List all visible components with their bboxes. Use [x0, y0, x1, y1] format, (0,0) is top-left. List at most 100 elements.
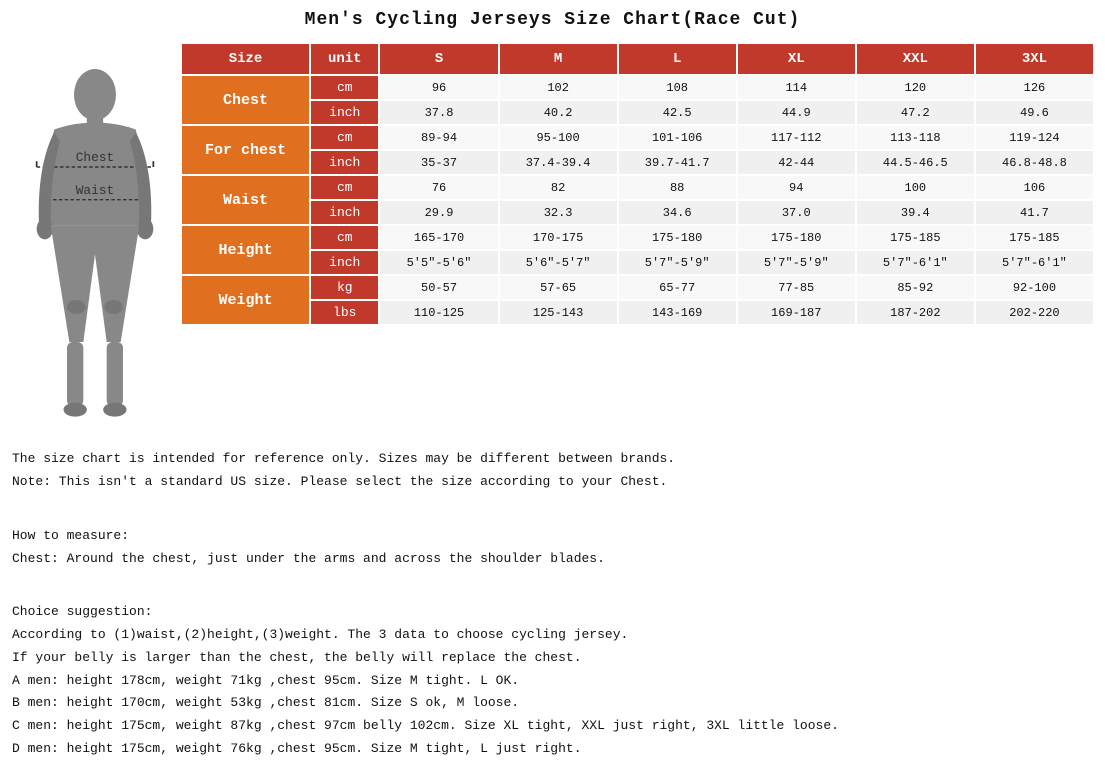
data-cell-xxl: 85-92 — [856, 275, 975, 300]
size-chart-table: Size unit S M L XL XXL 3XL Chestcm961021… — [180, 42, 1095, 326]
category-label: Height — [181, 225, 310, 275]
header-xl: XL — [737, 43, 856, 75]
header-3xl: 3XL — [975, 43, 1094, 75]
note-line2: Note: This isn't a standard US size. Ple… — [12, 472, 1095, 493]
note-blank2 — [12, 571, 1095, 592]
data-cell-3xl: 106 — [975, 175, 1094, 200]
data-cell-l: 175-180 — [618, 225, 737, 250]
data-cell-l: 5'7"-5'9" — [618, 250, 737, 275]
data-cell-3xl: 175-185 — [975, 225, 1094, 250]
data-cell-xxl: 175-185 — [856, 225, 975, 250]
category-label: Weight — [181, 275, 310, 325]
data-cell-xxl: 113-118 — [856, 125, 975, 150]
table-row: inch35-3737.4-39.439.7-41.742-4444.5-46.… — [181, 150, 1094, 175]
data-cell-xl: 169-187 — [737, 300, 856, 325]
category-label: Waist — [181, 175, 310, 225]
header-size: Size — [181, 43, 310, 75]
data-cell-s: 37.8 — [379, 100, 498, 125]
data-cell-xxl: 47.2 — [856, 100, 975, 125]
data-cell-3xl: 5'7"-6'1" — [975, 250, 1094, 275]
table-header-row: Size unit S M L XL XXL 3XL — [181, 43, 1094, 75]
data-cell-3xl: 126 — [975, 75, 1094, 100]
data-cell-l: 101-106 — [618, 125, 737, 150]
header-s: S — [379, 43, 498, 75]
category-label: Chest — [181, 75, 310, 125]
note-line6: According to (1)waist,(2)height,(3)weigh… — [12, 625, 1095, 646]
data-cell-xl: 94 — [737, 175, 856, 200]
data-cell-3xl: 49.6 — [975, 100, 1094, 125]
data-cell-xl: 175-180 — [737, 225, 856, 250]
data-cell-m: 95-100 — [499, 125, 618, 150]
data-cell-m: 5'6"-5'7" — [499, 250, 618, 275]
note-line1: The size chart is intended for reference… — [12, 449, 1095, 470]
data-cell-3xl: 202-220 — [975, 300, 1094, 325]
data-cell-xl: 42-44 — [737, 150, 856, 175]
table-row: For chestcm89-9495-100101-106117-112113-… — [181, 125, 1094, 150]
unit-cell: cm — [310, 225, 379, 250]
note-line4: Chest: Around the chest, just under the … — [12, 549, 1095, 570]
unit-cell: inch — [310, 150, 379, 175]
data-cell-l: 65-77 — [618, 275, 737, 300]
svg-text:Chest: Chest — [76, 150, 115, 165]
header-l: L — [618, 43, 737, 75]
data-cell-l: 34.6 — [618, 200, 737, 225]
data-cell-xl: 44.9 — [737, 100, 856, 125]
note-line8: A men: height 178cm, weight 71kg ,chest … — [12, 671, 1095, 692]
unit-cell: inch — [310, 100, 379, 125]
unit-cell: inch — [310, 200, 379, 225]
table-row: lbs110-125125-143143-169169-187187-20220… — [181, 300, 1094, 325]
table-row: inch29.932.334.637.039.441.7 — [181, 200, 1094, 225]
data-cell-xxl: 5'7"-6'1" — [856, 250, 975, 275]
figure-area: Chest Waist — [10, 42, 180, 435]
data-cell-s: 35-37 — [379, 150, 498, 175]
data-cell-xxl: 100 — [856, 175, 975, 200]
data-cell-3xl: 92-100 — [975, 275, 1094, 300]
data-cell-m: 102 — [499, 75, 618, 100]
data-cell-s: 50-57 — [379, 275, 498, 300]
unit-cell: cm — [310, 175, 379, 200]
unit-cell: lbs — [310, 300, 379, 325]
data-cell-m: 125-143 — [499, 300, 618, 325]
note-line5: Choice suggestion: — [12, 602, 1095, 623]
data-cell-s: 29.9 — [379, 200, 498, 225]
category-label: For chest — [181, 125, 310, 175]
unit-cell: cm — [310, 125, 379, 150]
data-cell-xl: 117-112 — [737, 125, 856, 150]
data-cell-xl: 114 — [737, 75, 856, 100]
data-cell-3xl: 46.8-48.8 — [975, 150, 1094, 175]
data-cell-s: 89-94 — [379, 125, 498, 150]
body-figure: Chest Waist — [25, 62, 165, 435]
note-line11: D men: height 175cm, weight 76kg ,chest … — [12, 739, 1095, 760]
note-line7: If your belly is larger than the chest, … — [12, 648, 1095, 669]
data-cell-m: 40.2 — [499, 100, 618, 125]
note-line3: How to measure: — [12, 526, 1095, 547]
table-row: Waistcm76828894100106 — [181, 175, 1094, 200]
table-row: inch37.840.242.544.947.249.6 — [181, 100, 1094, 125]
data-cell-3xl: 119-124 — [975, 125, 1094, 150]
unit-cell: inch — [310, 250, 379, 275]
header-xxl: XXL — [856, 43, 975, 75]
data-cell-m: 37.4-39.4 — [499, 150, 618, 175]
table-row: Heightcm165-170170-175175-180175-180175-… — [181, 225, 1094, 250]
data-cell-xl: 5'7"-5'9" — [737, 250, 856, 275]
header-m: M — [499, 43, 618, 75]
svg-text:Waist: Waist — [76, 183, 115, 198]
data-cell-m: 32.3 — [499, 200, 618, 225]
note-line10: C men: height 175cm, weight 87kg ,chest … — [12, 716, 1095, 737]
table-row: Weightkg50-5757-6565-7777-8585-9292-100 — [181, 275, 1094, 300]
unit-cell: cm — [310, 75, 379, 100]
header-unit: unit — [310, 43, 379, 75]
table-row: inch5'5"-5'6"5'6"-5'7"5'7"-5'9"5'7"-5'9"… — [181, 250, 1094, 275]
data-cell-s: 5'5"-5'6" — [379, 250, 498, 275]
data-cell-xxl: 187-202 — [856, 300, 975, 325]
data-cell-s: 96 — [379, 75, 498, 100]
data-cell-xxl: 39.4 — [856, 200, 975, 225]
data-cell-m: 170-175 — [499, 225, 618, 250]
data-cell-l: 39.7-41.7 — [618, 150, 737, 175]
note-blank1 — [12, 495, 1095, 516]
notes-section: The size chart is intended for reference… — [10, 449, 1095, 759]
data-cell-3xl: 41.7 — [975, 200, 1094, 225]
data-cell-m: 82 — [499, 175, 618, 200]
data-cell-xl: 77-85 — [737, 275, 856, 300]
data-cell-s: 76 — [379, 175, 498, 200]
